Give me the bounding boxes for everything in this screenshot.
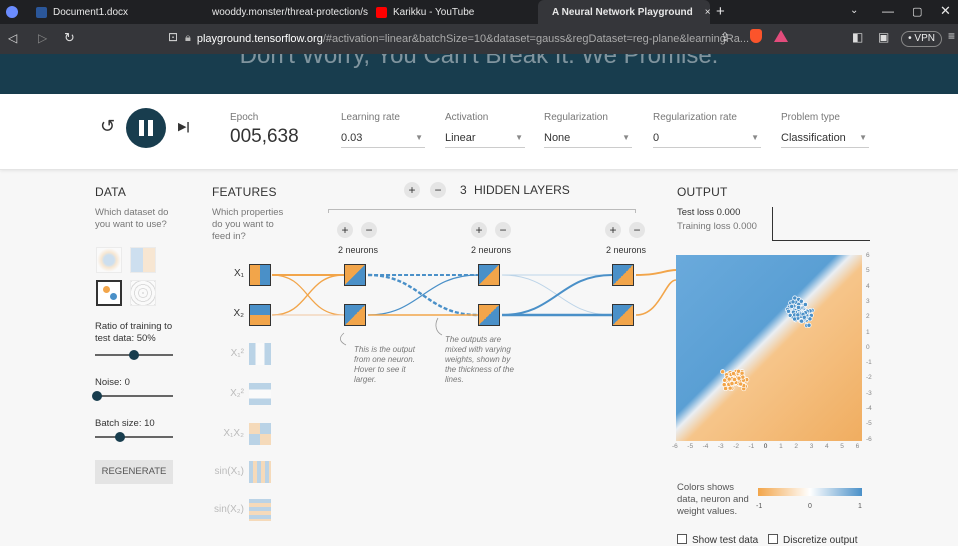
y-axis-ticks: 6 5 4 3 2 1 0 -1 -2 -3 -4 -5 -6	[864, 252, 878, 443]
layer2-neuron2[interactable]	[478, 304, 500, 326]
weights-hint: The outputs are mixed with varying weigh…	[445, 335, 514, 384]
data-point	[790, 299, 796, 305]
data-point	[806, 322, 812, 328]
x-tick-label: -6	[672, 443, 678, 450]
link	[367, 274, 479, 316]
discretize-output-label: Discretize output	[783, 535, 858, 546]
output-heading: OUTPUT	[677, 185, 728, 199]
data-point	[802, 302, 808, 307]
x-axis-ticks: -6 -5 -4 -3 -2 -1 0 1 2 3 4 5 6	[672, 443, 868, 453]
data-point	[729, 380, 735, 386]
link	[635, 279, 677, 316]
y-tick-label: 3	[866, 297, 870, 305]
note-pointer	[340, 332, 347, 346]
show-test-data-option[interactable]: Show test data	[677, 534, 758, 546]
x-tick-label: 3	[809, 443, 814, 450]
x-tick-label: -3	[717, 443, 724, 450]
note-pointer	[435, 317, 443, 336]
x-tick-label: -1	[748, 443, 755, 450]
x-tick-label: -2	[733, 443, 739, 450]
data-point	[721, 382, 727, 388]
y-tick-label: -1	[866, 359, 872, 367]
x-tick-label: 5	[840, 443, 844, 450]
x-tick-label: 1	[779, 443, 783, 450]
show-test-data-label: Show test data	[692, 535, 759, 546]
data-point	[795, 312, 801, 318]
link	[635, 269, 677, 276]
data-point	[720, 369, 726, 375]
scale-mid: 0	[808, 503, 812, 510]
data-point	[722, 377, 728, 383]
layer2-neuron1[interactable]	[478, 264, 500, 286]
data-point	[731, 371, 736, 377]
data-points	[720, 295, 815, 392]
x-tick-label: -5	[687, 443, 694, 450]
data-point	[792, 295, 798, 301]
link	[271, 274, 345, 316]
y-tick-label: -6	[866, 435, 872, 443]
test-loss: Test loss 0.000	[677, 207, 741, 218]
data-point	[739, 370, 745, 376]
y-tick-label: -2	[866, 374, 872, 382]
data-point	[738, 381, 744, 387]
layer1-neuron2[interactable]	[344, 304, 366, 326]
data-point	[807, 316, 813, 322]
y-tick-label: 5	[866, 267, 870, 275]
loss-chart	[772, 207, 870, 241]
output-heatmap[interactable]	[676, 255, 862, 441]
y-tick-label: 0	[866, 343, 870, 351]
layer3-neuron1[interactable]	[612, 264, 634, 286]
data-point	[789, 303, 795, 309]
y-tick-label: -3	[866, 389, 872, 397]
link	[501, 274, 613, 316]
discretize-output-checkbox[interactable]	[768, 534, 778, 544]
color-scale-bar	[758, 488, 862, 496]
y-tick-label: 1	[866, 328, 870, 336]
colors-legend-text: Colors shows data, neuron and weight val…	[677, 482, 749, 517]
neuron-hint: This is the output from one neuron. Hove…	[354, 345, 415, 384]
x-tick-label: 0	[763, 443, 768, 450]
data-point	[801, 314, 807, 320]
discretize-output-option[interactable]: Discretize output	[768, 534, 857, 546]
y-tick-label: 6	[866, 252, 870, 259]
y-tick-label: 4	[866, 282, 870, 290]
x-tick-label: 2	[794, 443, 799, 450]
y-tick-label: -4	[866, 405, 872, 412]
training-loss: Training loss 0.000	[677, 221, 757, 232]
x-tick-label: -4	[702, 443, 709, 450]
y-tick-label: 2	[866, 313, 870, 321]
data-point	[736, 375, 742, 381]
data-point	[732, 377, 737, 382]
scale-min: -1	[756, 503, 763, 510]
scale-max: 1	[858, 503, 862, 510]
layer3-neuron2[interactable]	[612, 304, 634, 326]
data-point	[796, 304, 801, 310]
data-point	[798, 298, 804, 304]
show-test-data-checkbox[interactable]	[677, 534, 687, 544]
y-tick-label: -5	[866, 420, 872, 428]
data-point	[786, 308, 791, 314]
data-point	[792, 316, 798, 322]
x-tick-label: 6	[855, 443, 860, 450]
layer1-neuron1[interactable]	[344, 264, 366, 286]
x-tick-label: 4	[825, 443, 829, 450]
